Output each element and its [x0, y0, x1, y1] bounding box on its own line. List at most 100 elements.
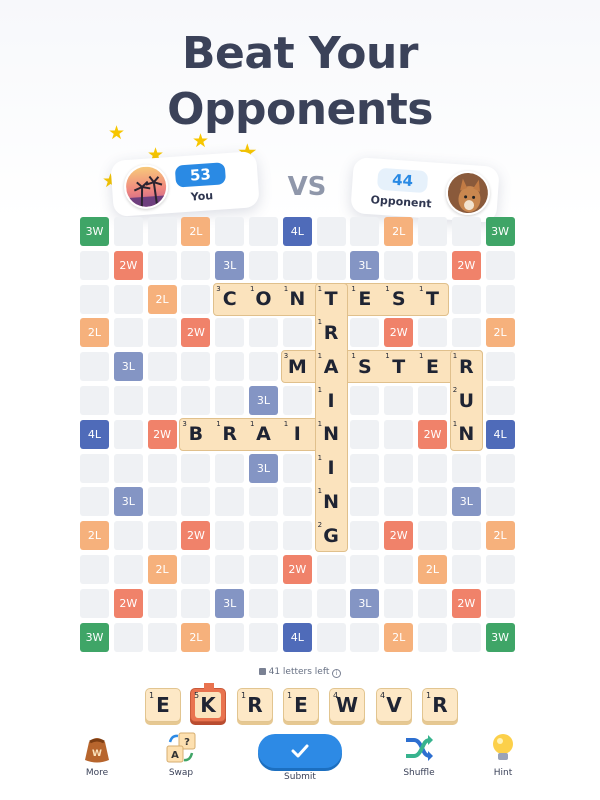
board-square[interactable] — [181, 284, 211, 314]
board-square[interactable] — [80, 284, 109, 314]
premium-square-2W[interactable]: 2W — [418, 419, 447, 449]
board-square[interactable] — [249, 588, 278, 618]
board-square[interactable] — [418, 217, 447, 246]
premium-square-4L[interactable]: 4L — [485, 419, 515, 449]
board-square[interactable] — [113, 217, 143, 246]
hint-button[interactable]: Hint — [473, 732, 533, 778]
board-square[interactable] — [451, 453, 481, 483]
board-square[interactable] — [418, 487, 447, 517]
board-square[interactable] — [113, 521, 143, 551]
premium-square-2W[interactable]: 2W — [282, 555, 312, 584]
board-square[interactable] — [249, 318, 278, 348]
board-square[interactable] — [215, 521, 245, 551]
premium-square-4L[interactable]: 4L — [282, 217, 312, 246]
premium-square-3L[interactable]: 3L — [350, 250, 380, 280]
premium-square-2W[interactable]: 2W — [181, 318, 211, 348]
premium-square-2L[interactable]: 2L — [384, 622, 414, 652]
rack-tile[interactable]: 1E — [145, 688, 181, 722]
board-square[interactable] — [249, 521, 278, 551]
board-square[interactable] — [282, 588, 312, 618]
board-square[interactable] — [384, 250, 414, 280]
board-square[interactable] — [282, 521, 312, 551]
premium-square-2W[interactable]: 2W — [113, 588, 143, 618]
board-square[interactable] — [215, 352, 245, 382]
board-square[interactable] — [418, 318, 447, 348]
board-square[interactable] — [485, 487, 515, 517]
premium-square-2L[interactable]: 2L — [147, 555, 177, 584]
board-square[interactable] — [113, 419, 143, 449]
board-square[interactable] — [451, 521, 481, 551]
premium-square-3L[interactable]: 3L — [249, 453, 278, 483]
board-square[interactable] — [485, 555, 515, 584]
board-square[interactable] — [215, 453, 245, 483]
board-square[interactable] — [350, 386, 380, 415]
premium-square-3L[interactable]: 3L — [350, 588, 380, 618]
board-square[interactable] — [147, 217, 177, 246]
board-square[interactable] — [181, 453, 211, 483]
premium-square-3L[interactable]: 3L — [249, 386, 278, 415]
board-square[interactable] — [350, 487, 380, 517]
board-square[interactable] — [350, 622, 380, 652]
board-square[interactable] — [282, 453, 312, 483]
premium-square-2L[interactable]: 2L — [181, 622, 211, 652]
board-square[interactable] — [147, 250, 177, 280]
board-square[interactable] — [418, 386, 447, 415]
board-square[interactable] — [80, 352, 109, 382]
board-square[interactable] — [485, 352, 515, 382]
board-square[interactable] — [485, 386, 515, 415]
board-square[interactable] — [181, 588, 211, 618]
premium-square-2L[interactable]: 2L — [80, 318, 109, 348]
rack-tile[interactable]: 1R — [422, 688, 458, 722]
board-square[interactable] — [80, 453, 109, 483]
board-square[interactable] — [350, 555, 380, 584]
board-square[interactable] — [147, 521, 177, 551]
board-square[interactable] — [215, 318, 245, 348]
board-square[interactable] — [80, 386, 109, 415]
rack-tile[interactable]: 1R — [237, 688, 273, 722]
board-square[interactable] — [350, 419, 380, 449]
board-square[interactable] — [451, 318, 481, 348]
board-square[interactable] — [282, 318, 312, 348]
board-square[interactable] — [147, 622, 177, 652]
premium-square-2L[interactable]: 2L — [147, 284, 177, 314]
board-square[interactable] — [350, 217, 380, 246]
premium-square-3L[interactable]: 3L — [215, 588, 245, 618]
board-square[interactable] — [181, 487, 211, 517]
rack-tile[interactable]: 5K — [190, 683, 226, 722]
premium-square-2L[interactable]: 2L — [485, 521, 515, 551]
board-square[interactable] — [215, 487, 245, 517]
board-square[interactable] — [249, 352, 278, 382]
rack-tile[interactable]: 4W — [329, 688, 365, 722]
board-square[interactable] — [418, 453, 447, 483]
board-square[interactable] — [215, 386, 245, 415]
board-square[interactable] — [113, 453, 143, 483]
board-square[interactable] — [451, 217, 481, 246]
board-square[interactable] — [147, 352, 177, 382]
board-square[interactable] — [147, 588, 177, 618]
board-square[interactable] — [316, 588, 346, 618]
board-square[interactable] — [384, 555, 414, 584]
board-square[interactable] — [113, 318, 143, 348]
board-square[interactable] — [215, 555, 245, 584]
board-square[interactable] — [249, 622, 278, 652]
board-square[interactable] — [249, 487, 278, 517]
premium-square-2W[interactable]: 2W — [451, 588, 481, 618]
premium-square-2L[interactable]: 2L — [418, 555, 447, 584]
board-square[interactable] — [384, 419, 414, 449]
premium-square-3L[interactable]: 3L — [113, 352, 143, 382]
board-square[interactable] — [80, 250, 109, 280]
board-square[interactable] — [485, 588, 515, 618]
board-square[interactable] — [181, 250, 211, 280]
board-square[interactable] — [350, 318, 380, 348]
board-square[interactable] — [181, 555, 211, 584]
board-square[interactable] — [350, 521, 380, 551]
board-square[interactable] — [282, 250, 312, 280]
board-square[interactable] — [418, 588, 447, 618]
board-square[interactable] — [485, 250, 515, 280]
premium-square-2W[interactable]: 2W — [113, 250, 143, 280]
premium-square-2W[interactable]: 2W — [384, 318, 414, 348]
premium-square-2L[interactable]: 2L — [485, 318, 515, 348]
board-square[interactable] — [451, 622, 481, 652]
premium-square-2L[interactable]: 2L — [181, 217, 211, 246]
board-square[interactable] — [113, 622, 143, 652]
